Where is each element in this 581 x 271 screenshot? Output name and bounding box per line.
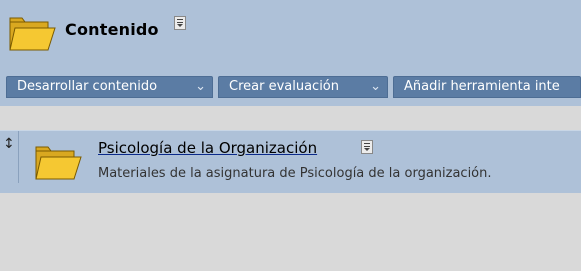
folder-icon <box>34 143 82 181</box>
double-chevron-down-icon: ⌄ <box>195 79 206 94</box>
develop-content-button[interactable]: Desarrollar contenido ⌄ <box>6 76 213 98</box>
create-assessment-button[interactable]: Crear evaluación ⌄ <box>218 76 388 98</box>
drag-handle-icon[interactable]: ↕ <box>0 131 19 183</box>
page-header: Contenido <box>0 0 581 66</box>
content-item-title-link[interactable]: Psicología de la Organización <box>98 139 317 157</box>
options-menu-icon[interactable] <box>174 16 186 30</box>
content-item-row: ↕ Psicología de la Organización Material… <box>0 130 581 193</box>
spacer <box>0 106 581 128</box>
add-interactive-tool-label: Añadir herramienta inte <box>404 79 560 94</box>
content-item-description: Materiales de la asignatura de Psicologí… <box>98 166 492 181</box>
double-chevron-down-icon: ⌄ <box>370 79 381 94</box>
page-title: Contenido <box>65 20 159 39</box>
develop-content-label: Desarrollar contenido <box>17 79 158 94</box>
create-assessment-label: Crear evaluación <box>229 79 340 94</box>
folder-icon <box>8 14 56 52</box>
options-menu-icon[interactable] <box>361 140 373 154</box>
add-interactive-tool-button[interactable]: Añadir herramienta inte <box>393 76 581 98</box>
action-toolbar: Desarrollar contenido ⌄ Crear evaluación… <box>0 66 581 106</box>
